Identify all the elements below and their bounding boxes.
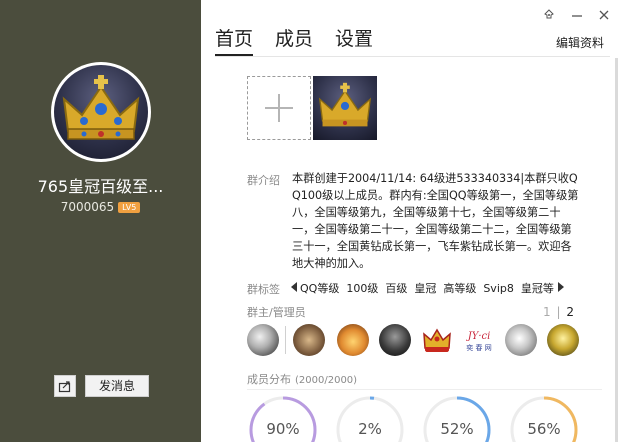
- tags-prev-icon[interactable]: [291, 282, 297, 292]
- crown-image: [54, 65, 148, 159]
- tag-item[interactable]: 100级: [346, 282, 378, 295]
- group-id-row: 7000065 LV5: [0, 200, 201, 214]
- level-badge: LV5: [118, 202, 141, 213]
- intro-text: 本群创建于2004/11/14: 64级进533340334|本群只收QQ100…: [292, 172, 579, 270]
- svg-text:奕 春 网: 奕 春 网: [466, 343, 491, 352]
- pager-page-2[interactable]: 2: [566, 305, 574, 319]
- tags-label: 群标签: [247, 283, 280, 296]
- tag-item[interactable]: 高等级: [443, 282, 476, 295]
- owner-separator: [285, 326, 286, 354]
- admin-avatar-1[interactable]: [247, 324, 279, 356]
- admin-avatar-8[interactable]: [547, 324, 579, 356]
- admin-avatar-5[interactable]: [421, 324, 453, 356]
- admins-label: 群主/管理员: [247, 306, 306, 319]
- admin-avatar-4[interactable]: [379, 324, 411, 356]
- tab-members[interactable]: 成员: [275, 24, 313, 51]
- pager-page-1[interactable]: 1: [543, 305, 551, 319]
- tab-home[interactable]: 首页: [215, 24, 254, 56]
- ring-label: 2%: [358, 420, 382, 438]
- group-id: 7000065: [60, 200, 115, 214]
- distribution-label: 成员分布: [247, 373, 291, 386]
- group-name: 765皇冠百级至...: [37, 177, 164, 196]
- group-avatar[interactable]: [51, 62, 151, 162]
- distribution-header: 成员分布 (2000/2000): [247, 371, 357, 387]
- ring-label: 90%: [266, 420, 300, 438]
- scrollbar[interactable]: [615, 58, 618, 442]
- add-photo-button[interactable]: [247, 76, 311, 140]
- tag-item[interactable]: QQ等级: [300, 282, 339, 295]
- ring-label: 52%: [440, 420, 474, 438]
- group-profile-panel: 765皇冠百级至... 7000065 LV5 发消息: [0, 0, 201, 442]
- tag-item[interactable]: 皇冠等: [521, 282, 554, 295]
- distribution-count: (2000/2000): [295, 375, 358, 386]
- svg-text:JY·ci: JY·ci: [466, 331, 491, 342]
- tag-item[interactable]: 皇冠: [414, 282, 436, 295]
- intro-label: 群介绍: [247, 174, 280, 187]
- admin-avatar-3[interactable]: [337, 324, 369, 356]
- admin-avatar-7[interactable]: [505, 324, 537, 356]
- tag-item[interactable]: 百级: [385, 282, 407, 295]
- pin-icon[interactable]: [542, 8, 556, 22]
- group-photo[interactable]: [313, 76, 377, 140]
- admin-avatar-2[interactable]: [293, 324, 325, 356]
- edit-profile-link[interactable]: 编辑资料: [556, 34, 604, 51]
- share-icon: [58, 379, 72, 393]
- group-detail-panel: 首页 成员 设置 编辑资料 群介绍 本群创建于2004/11/14: 64级进5…: [201, 0, 622, 442]
- tags-next-icon[interactable]: [558, 282, 564, 292]
- tag-list: QQ等级 100级 百级 皇冠 高等级 Svip8 皇冠等: [300, 280, 561, 296]
- tab-settings[interactable]: 设置: [335, 24, 373, 51]
- header-divider: [215, 56, 610, 57]
- admin-avatar-6[interactable]: JY·ci 奕 春 网: [463, 324, 495, 356]
- share-button[interactable]: [54, 375, 76, 397]
- tag-item[interactable]: Svip8: [483, 282, 514, 295]
- send-message-button[interactable]: 发消息: [85, 375, 149, 397]
- ring-label: 56%: [527, 420, 561, 438]
- minimize-icon[interactable]: [570, 8, 584, 22]
- close-icon[interactable]: [597, 8, 611, 22]
- admin-pager: 1 | 2: [543, 305, 574, 319]
